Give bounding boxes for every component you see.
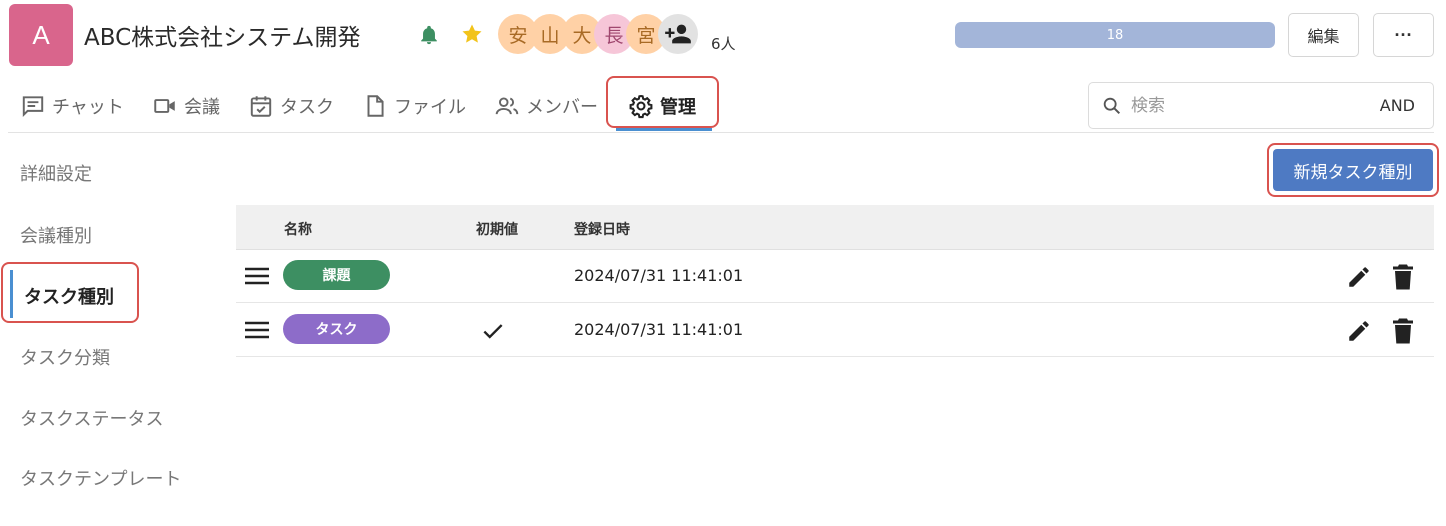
video-icon [154,99,175,113]
tab-label: チャット [52,97,124,118]
check-icon [483,324,503,339]
tab-chat[interactable]: チャット [20,90,124,122]
registered-at: 2024/07/31 11:41:01 [574,266,744,285]
edit-icon[interactable] [1346,318,1372,344]
tab-meeting[interactable]: 会議 [152,90,220,122]
tab-label: タスク [280,97,334,118]
highlight-box [1,262,139,323]
delete-icon[interactable] [1391,317,1415,345]
members-icon [495,97,519,115]
table-row: タスク 2024/07/31 11:41:01 [236,304,1434,357]
search-icon [1103,97,1121,114]
table-row: 課題 2024/07/31 11:41:01 [236,250,1434,303]
highlight-box [1267,143,1439,197]
sidebar-item-task-categories[interactable]: タスク分類 [20,344,110,370]
highlight-box [606,76,719,128]
sidebar-item-detail-settings[interactable]: 詳細設定 [20,160,92,186]
add-person-icon [665,24,691,44]
column-header-registered-at[interactable]: 登録日時 [574,219,630,239]
column-header-default[interactable]: 初期値 [476,219,518,239]
task-type-badge: 課題 [283,260,390,290]
delete-icon[interactable] [1391,263,1415,291]
edit-button[interactable]: 編集 [1288,13,1359,57]
search-input[interactable] [1131,95,1380,116]
add-member-button[interactable] [658,14,698,54]
member-count: 6人 [711,35,736,53]
more-options-button[interactable]: ··· [1373,13,1434,57]
tab-label: ファイル [394,97,466,118]
sidebar-item-task-templates[interactable]: タスクテンプレート [20,465,181,491]
tab-task[interactable]: タスク [248,90,334,122]
progress-bar: 18 [955,22,1275,48]
search-box[interactable]: AND [1088,82,1434,129]
tab-label: 会議 [184,97,220,118]
column-header-name[interactable]: 名称 [284,219,312,239]
tab-label: メンバー [526,97,598,118]
bell-icon[interactable] [418,24,440,46]
task-type-badge: タスク [283,314,390,344]
registered-at: 2024/07/31 11:41:01 [574,320,744,339]
tab-file[interactable]: ファイル [362,90,466,122]
tab-members[interactable]: メンバー [494,90,598,122]
workspace-avatar: A [9,4,73,66]
sidebar-item-task-statuses[interactable]: タスクステータス [20,405,163,431]
chat-icon [22,96,44,118]
progress-value: 18 [1106,27,1124,43]
file-icon [367,95,384,117]
active-tab-indicator [616,128,712,131]
edit-icon[interactable] [1346,264,1372,290]
drag-handle-icon[interactable] [244,320,270,340]
table-header: 名称 初期値 登録日時 [236,205,1434,250]
drag-handle-icon[interactable] [244,266,270,286]
workspace-title: ABC株式会社システム開発 [84,25,361,51]
search-mode-toggle[interactable]: AND [1380,96,1415,115]
star-icon[interactable] [460,22,484,46]
divider [8,132,1434,133]
sidebar-item-meeting-types[interactable]: 会議種別 [20,222,92,248]
calendar-check-icon [250,96,272,117]
